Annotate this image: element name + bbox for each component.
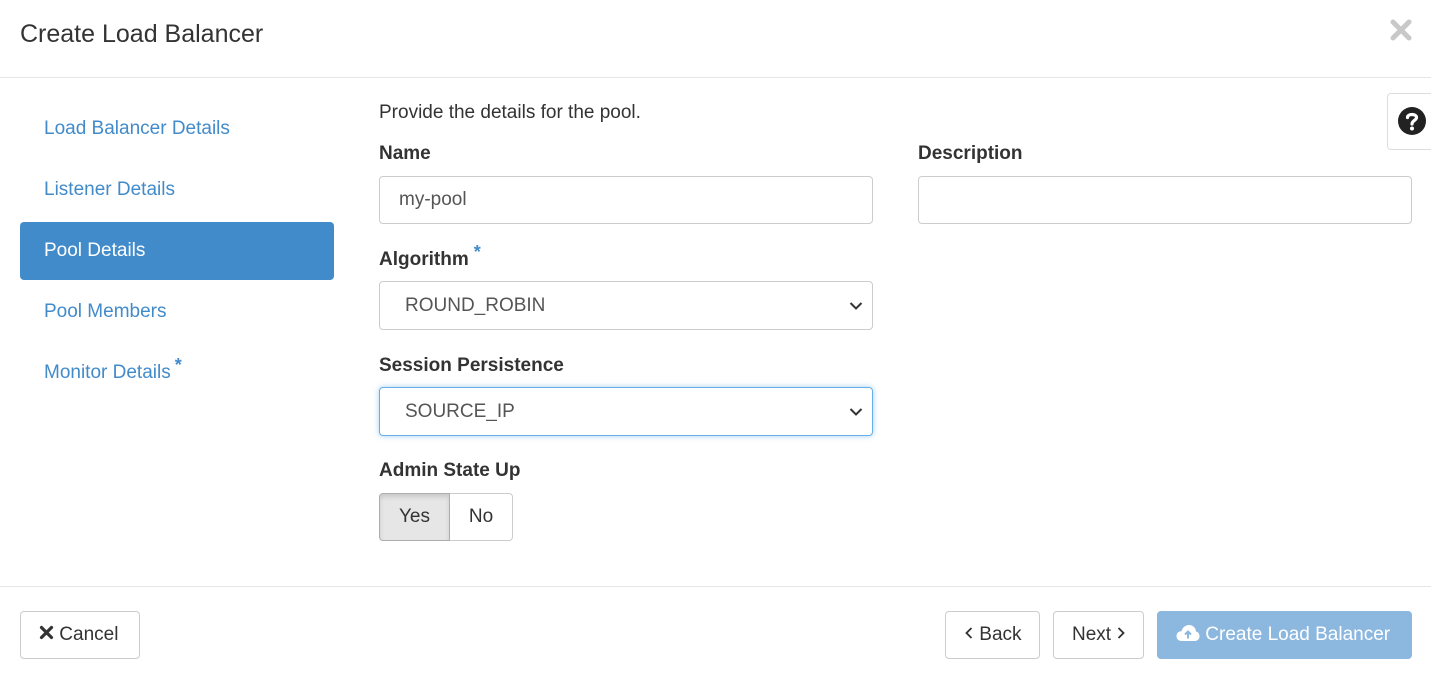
chevron-down-icon: [849, 302, 863, 310]
create-load-balancer-button[interactable]: Create Load Balancer: [1157, 611, 1412, 659]
dialog-title: Create Load Balancer: [20, 20, 264, 48]
nav-item-pool-members[interactable]: Pool Members: [20, 283, 334, 341]
algorithm-label: Algorithm *: [379, 243, 481, 271]
cancel-button[interactable]: Cancel: [20, 611, 140, 659]
required-marker: *: [473, 241, 481, 262]
admin-state-yes-button[interactable]: Yes: [379, 493, 450, 541]
times-icon: [39, 626, 54, 640]
admin-state-no-button[interactable]: No: [450, 493, 513, 541]
chevron-down-icon: [849, 408, 863, 416]
description-input[interactable]: [918, 176, 1412, 224]
nav-item-monitor-details[interactable]: Monitor Details *: [20, 344, 334, 402]
cloud-upload-icon: [1176, 624, 1200, 641]
nav-item-label: Load Balancer Details: [44, 118, 230, 139]
close-button[interactable]: [1387, 16, 1415, 44]
nav-item-label: Listener Details: [44, 179, 175, 200]
algorithm-value: ROUND_ROBIN: [405, 295, 546, 316]
admin-state-label: Admin State Up: [379, 460, 521, 481]
nav-item-listener-details[interactable]: Listener Details: [20, 161, 334, 219]
close-icon: [1390, 19, 1412, 41]
required-marker: *: [174, 354, 182, 375]
algorithm-label-text: Algorithm: [379, 249, 469, 270]
nav-item-label: Pool Members: [44, 301, 167, 322]
session-persistence-label: Session Persistence: [379, 355, 564, 376]
next-label: Next: [1072, 624, 1112, 645]
session-persistence-value: SOURCE_IP: [405, 401, 515, 422]
back-button[interactable]: Back: [945, 611, 1040, 659]
name-input[interactable]: [379, 176, 873, 224]
nav-item-label: Monitor Details: [44, 362, 171, 383]
dialog-header: Create Load Balancer: [0, 0, 1431, 78]
description-label: Description: [918, 143, 1023, 164]
wizard-nav: Load Balancer Details Listener Details P…: [20, 100, 334, 405]
dialog-footer: Cancel Back Next Create Load Balancer: [0, 586, 1431, 676]
chevron-left-icon: [965, 627, 973, 639]
nav-item-load-balancer-details[interactable]: Load Balancer Details: [20, 100, 334, 158]
name-label: Name: [379, 143, 431, 164]
question-circle-icon: [1398, 107, 1426, 135]
algorithm-select[interactable]: ROUND_ROBIN: [379, 281, 873, 330]
chevron-right-icon: [1118, 627, 1126, 639]
help-button[interactable]: [1387, 93, 1431, 150]
admin-state-toggle: Yes No: [379, 493, 513, 541]
back-label: Back: [979, 624, 1022, 645]
next-button[interactable]: Next: [1053, 611, 1144, 659]
nav-item-label: Pool Details: [44, 240, 146, 261]
nav-item-pool-details[interactable]: Pool Details: [20, 222, 334, 280]
create-label: Create Load Balancer: [1205, 624, 1391, 645]
form-intro: Provide the details for the pool.: [379, 102, 641, 123]
cancel-label: Cancel: [59, 624, 119, 645]
session-persistence-select[interactable]: SOURCE_IP: [379, 387, 873, 436]
